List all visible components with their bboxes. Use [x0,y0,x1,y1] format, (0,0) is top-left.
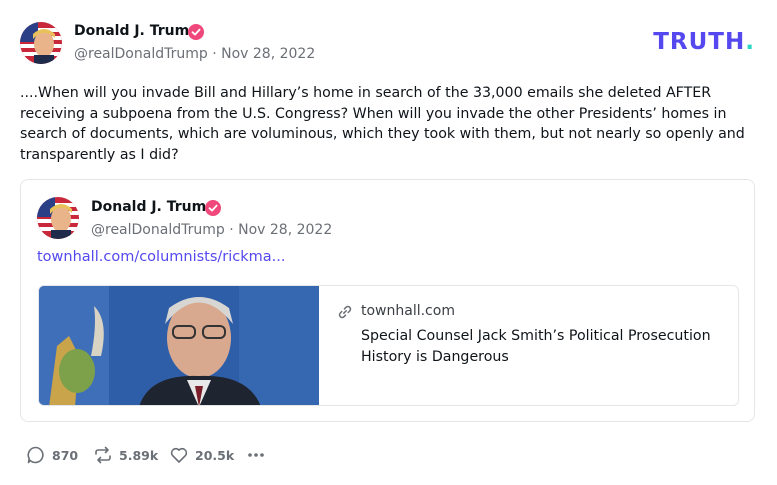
author-name[interactable]: Donald J. Trump [74,23,199,39]
logo-dot: . [745,29,755,55]
link-icon [338,305,352,319]
post: Donald J. Trump @realDonaldTrump · Nov 2… [0,0,777,485]
like-count: 20.5k [195,447,235,463]
verified-badge-icon [188,24,204,40]
link-preview-domain: townhall.com [361,303,455,319]
logo-wordmark: TRUTH [653,29,746,55]
reply-button[interactable]: 870 [26,444,78,466]
verified-badge-icon [205,200,221,216]
like-button[interactable]: 20.5k [169,444,234,466]
truth-social-logo[interactable]: TRUTH. [653,29,755,55]
quoted-post[interactable]: Donald J. Trump @realDonaldTrump · Nov 2… [20,179,755,422]
author-avatar[interactable] [20,22,62,64]
author-handle-date[interactable]: @realDonaldTrump · Nov 28, 2022 [74,46,315,62]
avatar-image [20,22,62,64]
quoted-author-handle-date[interactable]: @realDonaldTrump · Nov 28, 2022 [91,222,332,238]
retruth-icon [95,446,111,464]
reply-count: 870 [52,447,79,463]
like-icon [170,447,188,463]
more-icon [248,453,264,457]
retruth-button[interactable]: 5.89k [93,444,158,466]
reply-icon [27,446,44,464]
quoted-link[interactable]: townhall.com/columnists/rickma... [37,249,285,265]
link-preview-card[interactable]: townhall.com Special Counsel Jack Smith’… [38,285,739,406]
quoted-author-name[interactable]: Donald J. Trump [91,199,216,215]
more-options-button[interactable] [246,444,266,466]
retruth-count: 5.89k [119,447,159,463]
post-body: ....When will you invade Bill and Hillar… [20,85,745,163]
link-preview-image[interactable] [39,286,319,406]
link-preview-title[interactable]: Special Counsel Jack Smith’s Political P… [361,326,721,367]
quoted-author-avatar[interactable] [37,197,79,239]
avatar-image [37,197,79,239]
